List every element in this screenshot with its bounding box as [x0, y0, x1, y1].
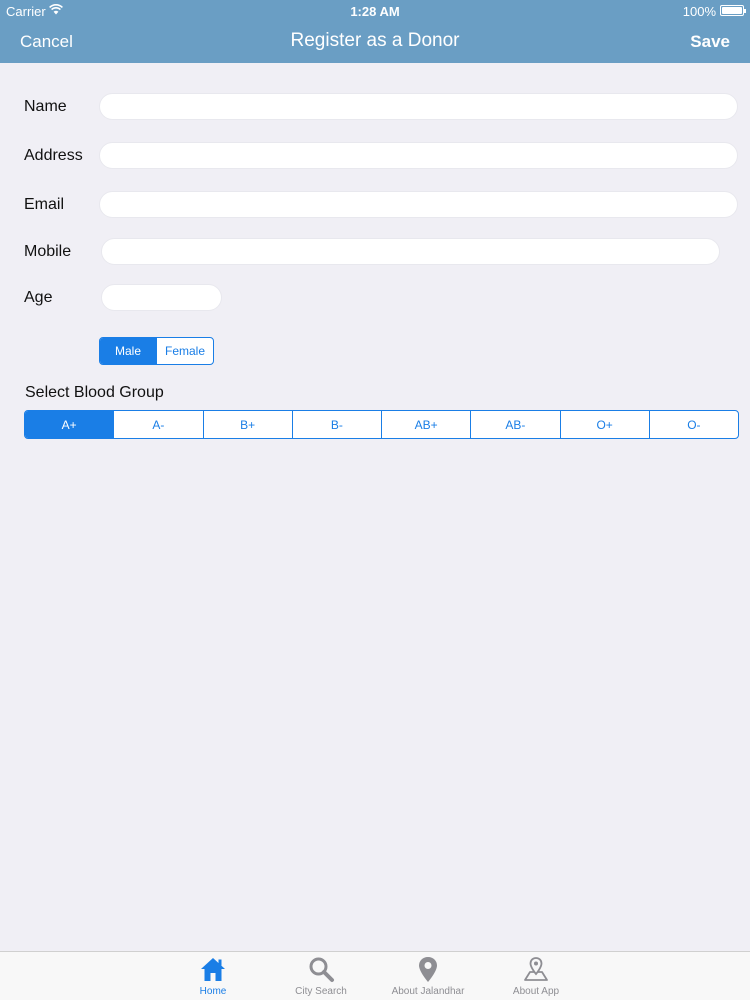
location-pin-icon [419, 957, 437, 982]
gender-segmented-control: Male Female [99, 337, 214, 365]
blood-group-segmented-control: A+ A- B+ B- AB+ AB- O+ O- [24, 410, 739, 439]
cancel-button[interactable]: Cancel [20, 32, 73, 52]
mobile-label: Mobile [24, 243, 72, 260]
tab-bar: Home City Search About Jalandhar About A… [0, 951, 750, 1000]
address-label: Address [24, 147, 83, 164]
blood-group-option-ab-pos[interactable]: AB+ [382, 411, 472, 438]
tab-city-search[interactable]: City Search [271, 952, 371, 1000]
blood-group-option-o-neg[interactable]: O- [650, 411, 738, 438]
age-field[interactable] [101, 284, 222, 311]
blood-group-option-o-pos[interactable]: O+ [561, 411, 650, 438]
status-bar: Carrier 1:28 AM 100% [0, 0, 750, 22]
tab-city-search-label: City Search [295, 986, 347, 997]
tab-home[interactable]: Home [163, 952, 263, 1000]
gender-option-male[interactable]: Male [100, 338, 157, 364]
address-field[interactable] [99, 142, 738, 169]
mobile-field[interactable] [101, 238, 720, 265]
email-field[interactable] [99, 191, 738, 218]
name-field[interactable] [99, 93, 738, 120]
tab-about-app-label: About App [512, 986, 560, 997]
name-label: Name [24, 98, 67, 115]
navigation-header: Carrier 1:28 AM 100% Cancel Register as … [0, 0, 750, 63]
age-label: Age [24, 289, 53, 306]
status-time: 1:28 AM [350, 4, 400, 19]
gender-option-female[interactable]: Female [157, 338, 213, 364]
tab-about-jalandhar-label: About Jalandhar [391, 986, 465, 997]
blood-group-option-a-neg[interactable]: A- [114, 411, 204, 438]
tab-about-app[interactable]: About App [486, 952, 586, 1000]
blood-group-option-b-pos[interactable]: B+ [204, 411, 293, 438]
blood-group-title: Select Blood Group [25, 384, 164, 401]
home-icon [201, 958, 225, 981]
tab-about-jalandhar[interactable]: About Jalandhar [378, 952, 478, 1000]
tab-home-label: Home [199, 986, 227, 997]
page-title: Register as a Donor [290, 30, 460, 51]
blood-group-option-ab-neg[interactable]: AB- [471, 411, 561, 438]
email-label: Email [24, 196, 65, 213]
search-icon [309, 957, 334, 982]
save-button[interactable]: Save [690, 32, 730, 52]
battery-icon [720, 5, 746, 16]
battery-percent: 100% [682, 4, 716, 19]
map-pin-icon [524, 957, 548, 981]
blood-group-option-a-pos[interactable]: A+ [25, 411, 115, 438]
blood-group-option-b-neg[interactable]: B- [293, 411, 382, 438]
